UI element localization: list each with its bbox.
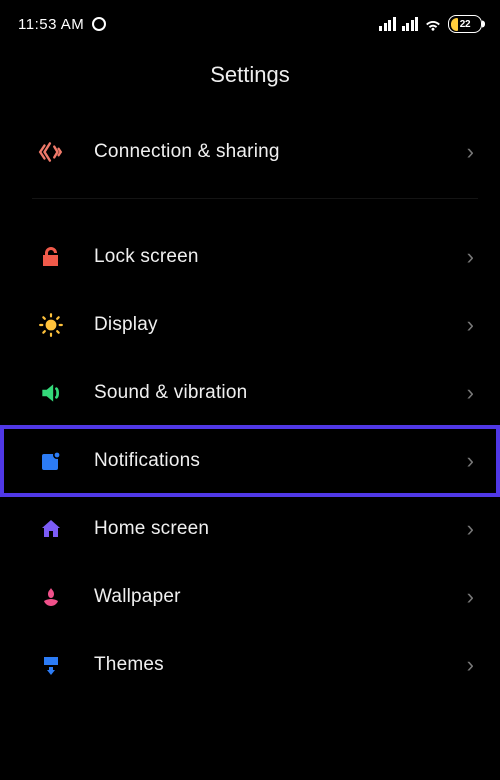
tulip-icon [36,585,66,609]
battery-percent: 22 [460,19,471,30]
clock: 11:53 AM [18,16,84,33]
settings-item-wallpaper[interactable]: Wallpaper › [0,561,500,633]
status-right: 22 [379,15,482,33]
brush-icon [36,653,66,677]
settings-item-label: Wallpaper [94,586,181,608]
lock-icon [36,245,66,269]
chevron-right-icon: › [467,448,474,474]
settings-item-lock[interactable]: Lock screen › [0,221,500,293]
battery-icon: 22 [448,15,482,33]
notifications-icon [36,449,66,473]
chevron-right-icon: › [467,244,474,270]
settings-item-label: Display [94,314,158,336]
settings-item-label: Notifications [94,450,200,472]
settings-item-connection[interactable]: Connection & sharing › [0,116,500,188]
settings-item-label: Home screen [94,518,209,540]
signal-icon [379,17,396,31]
page-title: Settings [0,62,500,88]
signal-icon [402,17,419,31]
settings-item-label: Connection & sharing [94,141,280,163]
wifi-icon [424,17,442,31]
home-icon [36,517,66,541]
settings-item-notifications[interactable]: Notifications › [0,425,500,497]
divider [32,198,478,199]
chevron-right-icon: › [467,139,474,165]
sun-icon [36,312,66,338]
chevron-right-icon: › [467,584,474,610]
app-ring-icon [92,17,106,31]
speaker-icon [36,380,66,406]
chevron-right-icon: › [467,380,474,406]
settings-item-sound[interactable]: Sound & vibration › [0,357,500,429]
settings-item-label: Lock screen [94,246,199,268]
chevron-right-icon: › [467,652,474,678]
status-bar: 11:53 AM 22 [0,0,500,40]
chevron-right-icon: › [467,312,474,338]
chevron-right-icon: › [467,516,474,542]
settings-item-display[interactable]: Display › [0,289,500,361]
settings-item-home[interactable]: Home screen › [0,493,500,565]
connection-sharing-icon [36,139,66,165]
settings-item-label: Themes [94,654,164,676]
settings-item-themes[interactable]: Themes › [0,629,500,701]
status-left: 11:53 AM [18,16,106,33]
settings-item-label: Sound & vibration [94,382,247,404]
